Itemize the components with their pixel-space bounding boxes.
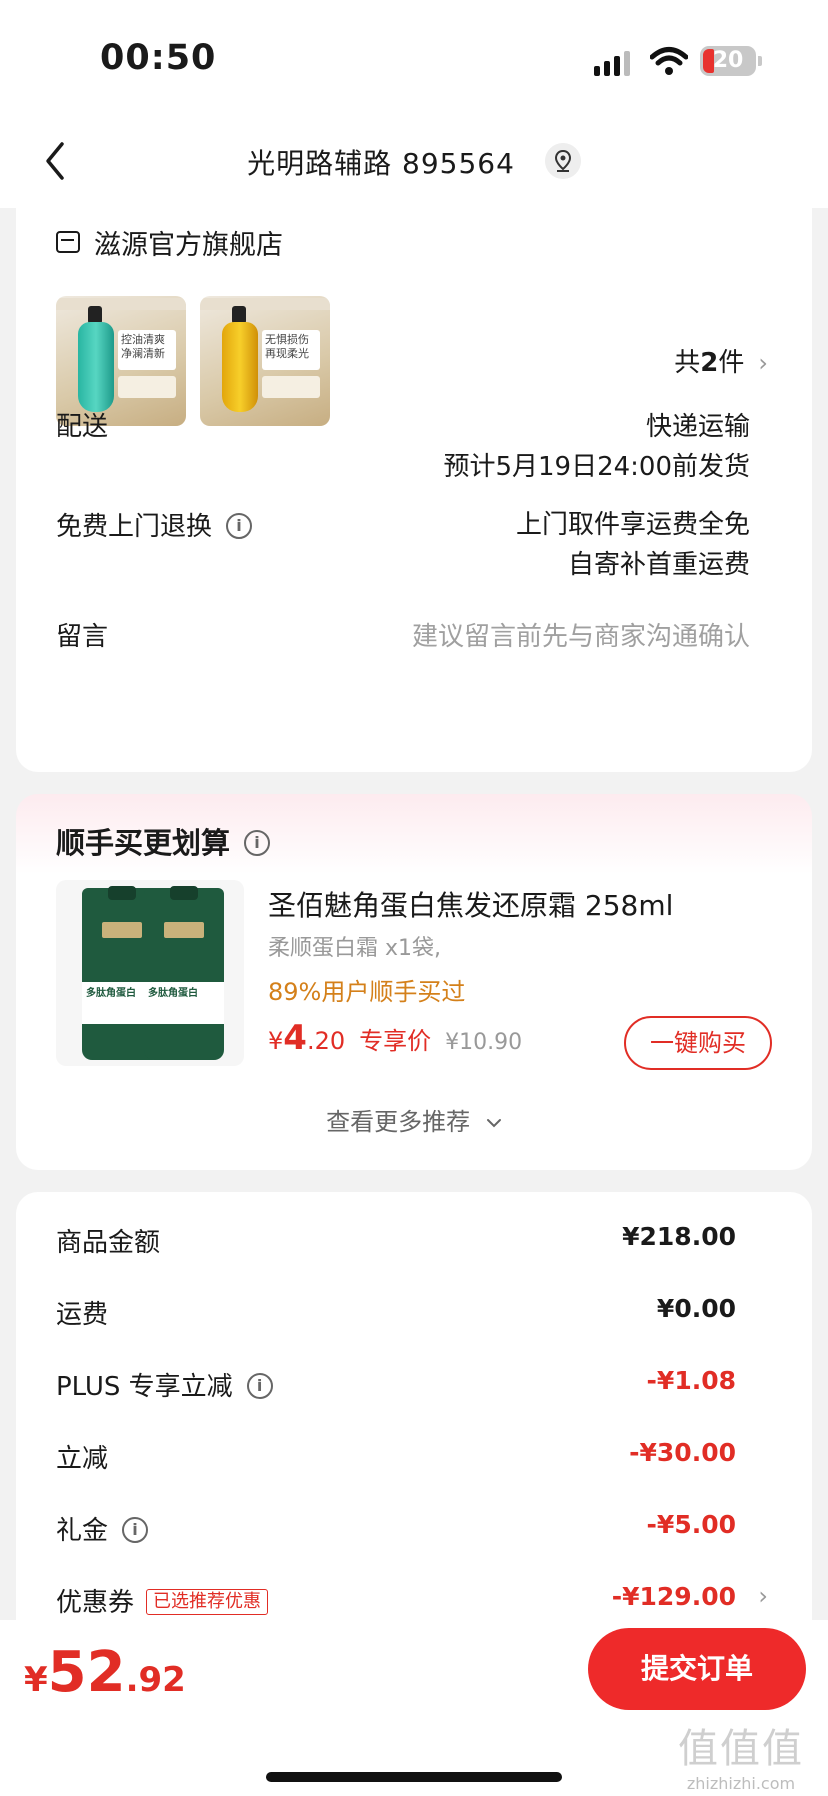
total-price: ¥52.92 xyxy=(24,1640,186,1705)
watermark-logo: 值值值 zhizhizhi.com xyxy=(666,1716,816,1793)
original-price: ¥10.90 xyxy=(445,1030,523,1055)
chevron-down-icon xyxy=(486,1119,501,1128)
item-count[interactable]: 共2件 › xyxy=(674,342,768,379)
bottom-bar: ¥52.92 提交订单 值值值 zhizhizhi.com xyxy=(0,1620,828,1796)
recommend-buy-rate: 89%用户顺手买过 xyxy=(268,978,466,1006)
info-icon[interactable]: i xyxy=(244,830,271,856)
recommend-title-text: 顺手买更划算 xyxy=(56,826,231,860)
info-icon[interactable]: i xyxy=(122,1516,149,1543)
delivery-label: 配送 xyxy=(56,412,109,442)
recommend-price: ¥4.20 专享价 ¥10.90 xyxy=(268,1018,522,1058)
gift-cash-label: 礼金 xyxy=(56,1516,109,1546)
nav-bar: 光明路辅路 895564 xyxy=(0,120,828,208)
recommend-title: 顺手买更划算 i xyxy=(56,820,271,862)
product-thumbnail[interactable]: 无惧损伤 再现柔光 xyxy=(200,296,330,426)
coupon-value[interactable]: -¥129.00 xyxy=(612,1582,736,1611)
goods-amount-value: ¥218.00 xyxy=(622,1222,736,1251)
status-bar: 00:50 20 xyxy=(0,0,828,120)
recommend-card: 顺手买更划算 i 多肽角蛋白 多肽角蛋白 圣佰魅角蛋白焦发还原霜 258ml 柔顺… xyxy=(16,794,812,1170)
coupon-badge: 已选推荐优惠 xyxy=(146,1588,269,1615)
coupon-label: 优惠券 xyxy=(56,1588,135,1618)
address-title[interactable]: 光明路辅路 895564 xyxy=(0,142,828,183)
recommend-product-name[interactable]: 圣佰魅角蛋白焦发还原霜 258ml xyxy=(268,884,673,924)
signal-icon xyxy=(594,51,630,76)
delivery-estimate: 预计5月19日24:00前发货 xyxy=(443,452,750,482)
returns-line1: 上门取件享运费全免 xyxy=(515,510,750,540)
instant-discount-label: 立减 xyxy=(56,1444,109,1474)
order-card: 滋源官方旗舰店 控油清爽 净澜清新 无惧损伤 再现柔光 共2件 › 配送 快递运输… xyxy=(16,206,812,772)
home-indicator[interactable] xyxy=(266,1772,562,1782)
total-integer: 52 xyxy=(47,1640,126,1705)
gift-cash-row: 礼金 i xyxy=(56,1510,149,1547)
status-time: 00:50 xyxy=(100,38,217,78)
total-decimal: .92 xyxy=(125,1660,186,1700)
plus-discount-row: PLUS 专享立减 i xyxy=(56,1366,273,1403)
chevron-right-icon: › xyxy=(758,349,768,377)
more-recommendations-label: 查看更多推荐 xyxy=(326,1108,471,1136)
chevron-right-icon[interactable]: › xyxy=(758,1582,768,1610)
message-label: 留言 xyxy=(56,622,109,652)
returns-label: 免费上门退换 xyxy=(56,512,213,542)
price-integer: 4 xyxy=(283,1018,307,1058)
battery-level: 20 xyxy=(712,48,744,73)
pouch-label: 多肽角蛋白 xyxy=(148,988,198,999)
store-row[interactable]: 滋源官方旗舰店 xyxy=(56,222,283,262)
wifi-icon xyxy=(650,47,688,75)
battery-icon: 20 xyxy=(700,46,756,76)
price-symbol: ¥ xyxy=(268,1027,284,1055)
pouch-label: 多肽角蛋白 xyxy=(86,988,136,999)
coupon-row[interactable]: 优惠券 已选推荐优惠 xyxy=(56,1582,269,1619)
plus-discount-label: PLUS 专享立减 xyxy=(56,1372,233,1402)
one-click-buy-button[interactable]: 一键购买 xyxy=(624,1016,772,1070)
info-icon[interactable]: i xyxy=(226,512,253,539)
total-symbol: ¥ xyxy=(24,1660,48,1700)
item-count-prefix: 共 xyxy=(674,348,701,378)
more-recommendations[interactable]: 查看更多推荐 xyxy=(16,1102,812,1137)
store-name: 滋源官方旗舰店 xyxy=(94,229,283,261)
price-decimal: .20 xyxy=(306,1027,346,1055)
submit-order-button[interactable]: 提交订单 xyxy=(588,1628,806,1710)
returns-row: 免费上门退换 i xyxy=(56,506,253,543)
instant-discount-value: -¥30.00 xyxy=(629,1438,736,1467)
returns-line2: 自寄补首重运费 xyxy=(567,550,750,580)
delivery-method: 快递运输 xyxy=(645,412,750,442)
item-count-suffix: 件 xyxy=(718,348,745,378)
watermark-text: 值值值 xyxy=(678,1726,804,1772)
recommend-product-image[interactable]: 多肽角蛋白 多肽角蛋白 xyxy=(56,880,244,1066)
product-label: 无惧损伤 再现柔光 xyxy=(262,330,320,370)
recommend-product-spec[interactable]: 柔顺蛋白霜 x1袋, xyxy=(268,930,441,962)
goods-amount-label: 商品金额 xyxy=(56,1228,161,1258)
plus-discount-value: -¥1.08 xyxy=(646,1366,736,1395)
product-label: 控油清爽 净澜清新 xyxy=(118,330,176,370)
gift-cash-value: -¥5.00 xyxy=(646,1510,736,1539)
message-input[interactable]: 建议留言前先与商家沟通确认 xyxy=(412,616,750,653)
shipping-value: ¥0.00 xyxy=(656,1294,736,1323)
store-icon xyxy=(56,231,80,253)
watermark-url: zhizhizhi.com xyxy=(686,1774,796,1793)
shipping-label: 运费 xyxy=(56,1300,109,1330)
info-icon[interactable]: i xyxy=(246,1372,273,1399)
address-text: 光明路辅路 895564 xyxy=(247,147,515,180)
amount-card: 商品金额 ¥218.00 运费 ¥0.00 PLUS 专享立减 i -¥1.08 … xyxy=(16,1192,812,1632)
price-tag: 专享价 xyxy=(359,1027,432,1055)
location-pin-icon[interactable] xyxy=(544,143,581,179)
item-count-number: 2 xyxy=(700,348,719,378)
